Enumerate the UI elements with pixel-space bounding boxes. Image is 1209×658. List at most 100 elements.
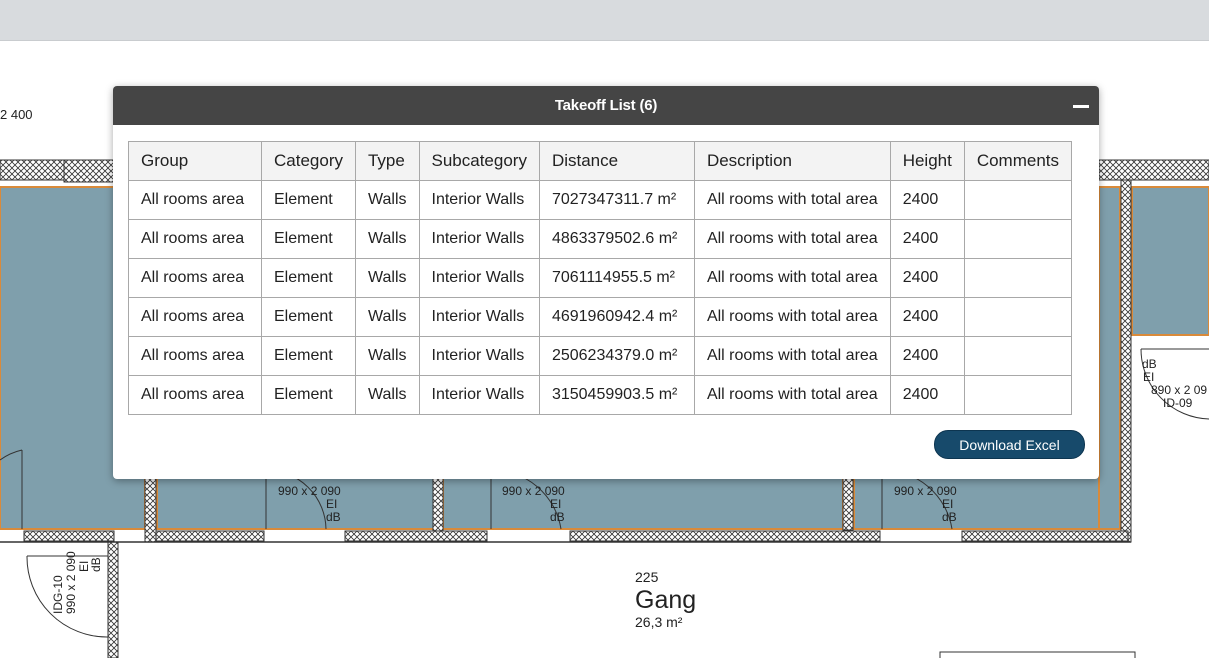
door-label-rating: EI xyxy=(550,497,561,511)
cell-distance: 4863379502.6 m² xyxy=(538,219,695,259)
takeoff-table: Group Category Type Subcategory Distance… xyxy=(128,141,1073,415)
cell-group: All rooms area xyxy=(128,375,262,415)
cell-height: 2400 xyxy=(889,336,965,376)
door-label-id: ID-09 xyxy=(1163,396,1193,410)
table-row[interactable]: All rooms area Element Walls Interior Walls… xyxy=(128,336,1073,376)
cell-category: Element xyxy=(261,180,356,220)
cell-subcategory: Interior Walls xyxy=(418,219,540,259)
cell-comments xyxy=(963,219,1073,259)
cell-description: All rooms with total area xyxy=(693,219,891,259)
column-header-subcategory[interactable]: Subcategory xyxy=(418,141,540,181)
cell-comments xyxy=(963,297,1073,337)
table-row[interactable]: All rooms area Element Walls Interior Walls… xyxy=(128,180,1073,220)
column-header-height[interactable]: Height xyxy=(889,141,965,181)
wall-bottom-5 xyxy=(961,530,1129,542)
takeoff-table-wrapper: Group Category Type Subcategory Distance… xyxy=(128,141,1073,415)
cell-type: Walls xyxy=(354,180,420,220)
door-label-rating: EI xyxy=(326,497,337,511)
wall-bottom-3 xyxy=(344,530,488,542)
corridor-outline xyxy=(939,651,1136,658)
cell-group: All rooms area xyxy=(128,336,262,376)
download-excel-button[interactable]: Download Excel xyxy=(934,430,1085,459)
door-label-sound: dB xyxy=(942,510,957,524)
room-right-upper[interactable] xyxy=(1098,186,1121,530)
wall-bottom-2 xyxy=(155,530,265,542)
cell-type: Walls xyxy=(354,336,420,376)
column-header-description[interactable]: Description xyxy=(693,141,891,181)
room-name: Gang xyxy=(635,586,697,614)
cell-subcategory: Interior Walls xyxy=(418,258,540,298)
cell-description: All rooms with total area xyxy=(693,297,891,337)
cell-subcategory: Interior Walls xyxy=(418,180,540,220)
door-label-size: 890 x 2 09 xyxy=(1151,383,1207,397)
door-label-sound: dB xyxy=(326,510,341,524)
cell-comments xyxy=(963,258,1073,298)
minimize-button[interactable] xyxy=(1073,98,1089,114)
cell-height: 2400 xyxy=(889,180,965,220)
cell-subcategory: Interior Walls xyxy=(418,375,540,415)
cell-height: 2400 xyxy=(889,297,965,337)
cell-distance: 4691960942.4 m² xyxy=(538,297,695,337)
column-header-type[interactable]: Type xyxy=(354,141,420,181)
cell-subcategory: Interior Walls xyxy=(418,297,540,337)
cell-category: Element xyxy=(261,258,356,298)
cell-category: Element xyxy=(261,219,356,259)
table-row[interactable]: All rooms area Element Walls Interior Walls… xyxy=(128,219,1073,259)
cell-height: 2400 xyxy=(889,219,965,259)
door-label-rating: EI xyxy=(1143,370,1154,384)
cell-distance: 2506234379.0 m² xyxy=(538,336,695,376)
table-header-row: Group Category Type Subcategory Distance… xyxy=(128,141,1073,181)
cell-category: Element xyxy=(261,297,356,337)
cell-description: All rooms with total area xyxy=(693,336,891,376)
column-header-distance[interactable]: Distance xyxy=(538,141,695,181)
cell-subcategory: Interior Walls xyxy=(418,336,540,376)
cell-comments xyxy=(963,375,1073,415)
room-far-right[interactable] xyxy=(1131,186,1209,336)
cell-type: Walls xyxy=(354,258,420,298)
door-label-id: IDG-10 xyxy=(51,575,65,614)
cell-type: Walls xyxy=(354,297,420,337)
table-row[interactable]: All rooms area Element Walls Interior Walls… xyxy=(128,297,1073,337)
wall-top-left xyxy=(0,159,69,181)
cell-group: All rooms area xyxy=(128,297,262,337)
cell-distance: 7061114955.5 m² xyxy=(538,258,695,298)
cell-category: Element xyxy=(261,375,356,415)
door-label-sound: dB xyxy=(1142,357,1157,371)
cell-group: All rooms area xyxy=(128,219,262,259)
cell-height: 2400 xyxy=(889,258,965,298)
column-header-comments[interactable]: Comments xyxy=(963,141,1073,181)
table-row[interactable]: All rooms area Element Walls Interior Walls… xyxy=(128,258,1073,298)
cell-comments xyxy=(963,336,1073,376)
wall-bottom-4 xyxy=(569,530,881,542)
cell-distance: 7027347311.7 m² xyxy=(538,180,695,220)
door-label-size: 990 x 2 090 xyxy=(502,484,565,498)
cell-category: Element xyxy=(261,336,356,376)
door-label-rating: EI xyxy=(942,497,953,511)
wall-v3 xyxy=(842,469,854,531)
cell-description: All rooms with total area xyxy=(693,258,891,298)
room-area: 26,3 m² xyxy=(635,614,683,630)
wall-v4 xyxy=(1120,179,1132,543)
door-label-sound: dB xyxy=(89,557,103,572)
door-label-size: 990 x 2 090 xyxy=(64,551,78,614)
scale-label: 2 400 xyxy=(0,107,33,122)
cell-type: Walls xyxy=(354,375,420,415)
panel-title: Takeoff List (6) xyxy=(554,97,658,114)
cell-group: All rooms area xyxy=(128,180,262,220)
wall-bottom-1 xyxy=(23,530,115,542)
takeoff-list-panel: Takeoff List (6) Group Category Type Sub… xyxy=(113,86,1099,479)
column-header-group[interactable]: Group xyxy=(128,141,262,181)
column-header-category[interactable]: Category xyxy=(261,141,356,181)
cell-height: 2400 xyxy=(889,375,965,415)
door-label-size: 990 x 2 090 xyxy=(278,484,341,498)
wall-top-left-inner xyxy=(63,159,115,183)
table-row[interactable]: All rooms area Element Walls Interior Walls… xyxy=(128,375,1073,415)
cell-description: All rooms with total area xyxy=(693,180,891,220)
wall-v5 xyxy=(107,541,119,658)
cell-type: Walls xyxy=(354,219,420,259)
room-number: 225 xyxy=(635,569,659,585)
door-label-size: 990 x 2 090 xyxy=(894,484,957,498)
cell-group: All rooms area xyxy=(128,258,262,298)
minus-icon xyxy=(1073,105,1089,108)
panel-header: Takeoff List (6) xyxy=(113,86,1099,125)
